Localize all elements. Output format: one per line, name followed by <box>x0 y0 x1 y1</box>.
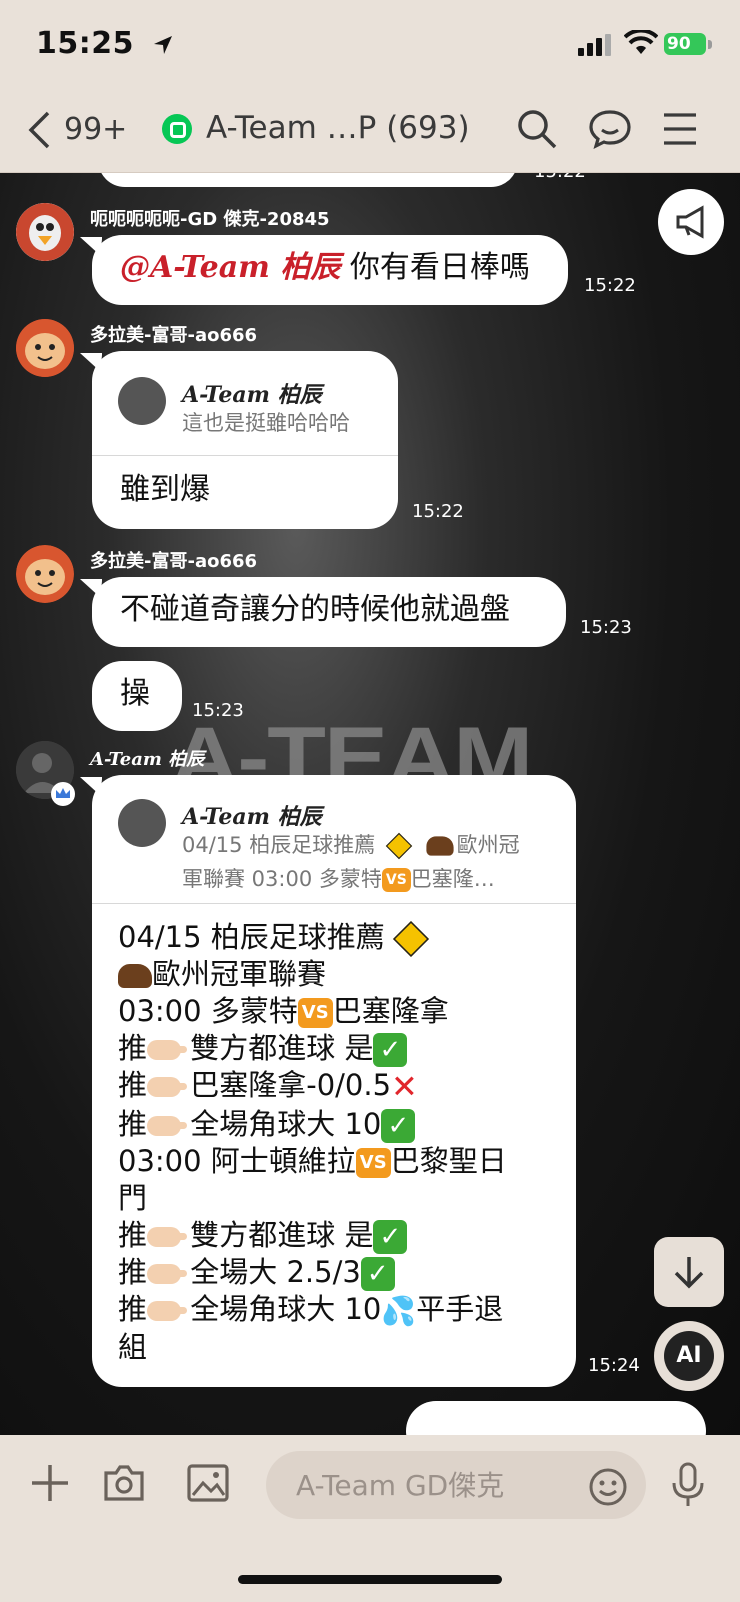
pointing-hand-icon <box>147 1263 188 1284</box>
quoted-text: 04/15 柏辰足球推薦 歐州冠 軍聯賽 03:00 多蒙特 VS 巴塞隆… <box>182 832 520 892</box>
pointing-hand-icon <box>147 1115 188 1136</box>
ai-button[interactable]: AI <box>654 1321 724 1391</box>
arrow-down-icon <box>674 1257 704 1289</box>
reply-bubble[interactable]: A-Team 柏辰 這也是挺雖哈哈哈 雖到爆 <box>92 351 398 529</box>
quote-divider <box>92 455 398 456</box>
cartoon-avatar-icon <box>16 545 74 603</box>
scroll-to-bottom-button[interactable] <box>654 1237 724 1307</box>
chat-bubbles-icon[interactable] <box>588 108 634 150</box>
check-icon: ✓ <box>373 1219 408 1254</box>
menu-icon[interactable] <box>662 112 698 146</box>
cellular-signal-icon <box>578 34 611 56</box>
crown-badge-icon <box>51 782 75 806</box>
battery-cap <box>708 40 712 49</box>
message-text: 雖到爆 <box>120 472 210 507</box>
wifi-icon <box>624 30 658 54</box>
message-time: 15:23 <box>580 617 632 638</box>
image-icon[interactable] <box>186 1461 230 1505</box>
message-time: 15:22 <box>534 173 586 182</box>
avatar[interactable] <box>16 319 74 377</box>
unread-count[interactable]: 99+ <box>64 112 127 147</box>
ai-label: AI <box>664 1331 714 1381</box>
cartoon-avatar-icon <box>16 319 74 377</box>
quote-divider <box>92 903 576 904</box>
status-bar: 15:25 90 <box>0 0 740 92</box>
message-text: 不碰道奇讓分的時候他就過盤 <box>120 592 510 627</box>
message-time: 15:22 <box>412 501 464 522</box>
chat-area[interactable]: A-TEAM 15:22 呃呃呃呃呃-GD 傑克-20845 @A-Team 柏… <box>0 173 740 1435</box>
sender-name: 多拉美-富哥-ao666 <box>90 325 258 346</box>
battery-indicator: 90 <box>664 33 706 55</box>
bison-icon <box>425 836 454 856</box>
message-bubble-partial[interactable] <box>98 173 518 187</box>
message-text: 04/15 柏辰足球推薦 歐州冠軍聯賽 03:00 多蒙特 VS 巴塞隆拿 推 雙方… <box>118 920 507 1364</box>
input-bar <box>0 1435 740 1602</box>
status-time: 15:25 <box>36 26 134 61</box>
chevron-left-icon[interactable] <box>26 110 52 150</box>
search-icon[interactable] <box>516 108 558 150</box>
message-bubble[interactable]: 操 <box>92 661 182 731</box>
cross-icon: ✕ <box>391 1067 418 1106</box>
megaphone-icon <box>676 205 704 239</box>
message-bubble[interactable]: 不碰道奇讓分的時候他就過盤 <box>92 577 566 647</box>
pointing-hand-icon <box>147 1040 188 1060</box>
message-time: 15:23 <box>192 700 244 721</box>
pointing-hand-icon <box>147 1226 188 1247</box>
vs-badge: VS <box>381 868 411 892</box>
quoted-text: 這也是挺雖哈哈哈 <box>182 411 350 435</box>
bird-avatar-icon <box>16 203 74 261</box>
quoted-sender: A-Team 柏辰 <box>182 382 322 408</box>
message-bubble[interactable]: @A-Team 柏辰 你有看日棒嗎 <box>92 235 568 305</box>
warning-sign-icon <box>385 832 413 860</box>
home-indicator[interactable] <box>238 1575 502 1584</box>
pointing-hand-icon <box>147 1077 188 1097</box>
location-arrow-icon <box>154 36 172 54</box>
announcement-button[interactable] <box>658 189 724 255</box>
chat-header: 99+ A-Team …P (693) <box>0 92 740 173</box>
sender-name: 呃呃呃呃呃-GD 傑克-20845 <box>90 209 330 230</box>
check-icon: ✓ <box>360 1256 395 1291</box>
message-time: 15:22 <box>584 275 636 296</box>
message-time: 15:24 <box>588 1355 640 1376</box>
avatar[interactable] <box>16 203 74 261</box>
microphone-icon[interactable] <box>670 1461 706 1509</box>
chat-title[interactable]: A-Team …P (693) <box>206 110 470 146</box>
message-text: 操 <box>120 676 150 711</box>
sender-name: 多拉美-富哥-ao666 <box>90 551 258 572</box>
bison-icon <box>118 964 152 988</box>
pointing-hand-icon <box>147 1300 188 1321</box>
reply-bubble[interactable]: A-Team 柏辰 04/15 柏辰足球推薦 歐州冠 軍聯賽 03:00 多蒙特… <box>92 775 576 1387</box>
vs-badge: VS <box>355 1147 391 1178</box>
group-status-icon <box>162 114 192 144</box>
plus-icon[interactable] <box>28 1461 72 1505</box>
emoji-icon[interactable] <box>588 1467 628 1507</box>
sender-name: A-Team 柏辰 <box>90 749 205 770</box>
sweat-drops-icon: 💦 <box>381 1294 417 1327</box>
warning-sign-icon <box>392 920 430 958</box>
vs-badge: VS <box>297 998 333 1028</box>
quoted-avatar <box>118 799 166 847</box>
camera-icon[interactable] <box>102 1461 146 1505</box>
message-bubble-partial[interactable] <box>406 1401 706 1435</box>
avatar[interactable] <box>16 545 74 603</box>
quoted-sender: A-Team 柏辰 <box>182 804 322 830</box>
check-icon: ✓ <box>373 1033 408 1067</box>
check-icon: ✓ <box>381 1108 416 1143</box>
quoted-avatar <box>118 377 166 425</box>
mention-tag[interactable]: @A-Team 柏辰 <box>120 250 340 285</box>
message-text: 你有看日棒嗎 <box>349 250 530 285</box>
